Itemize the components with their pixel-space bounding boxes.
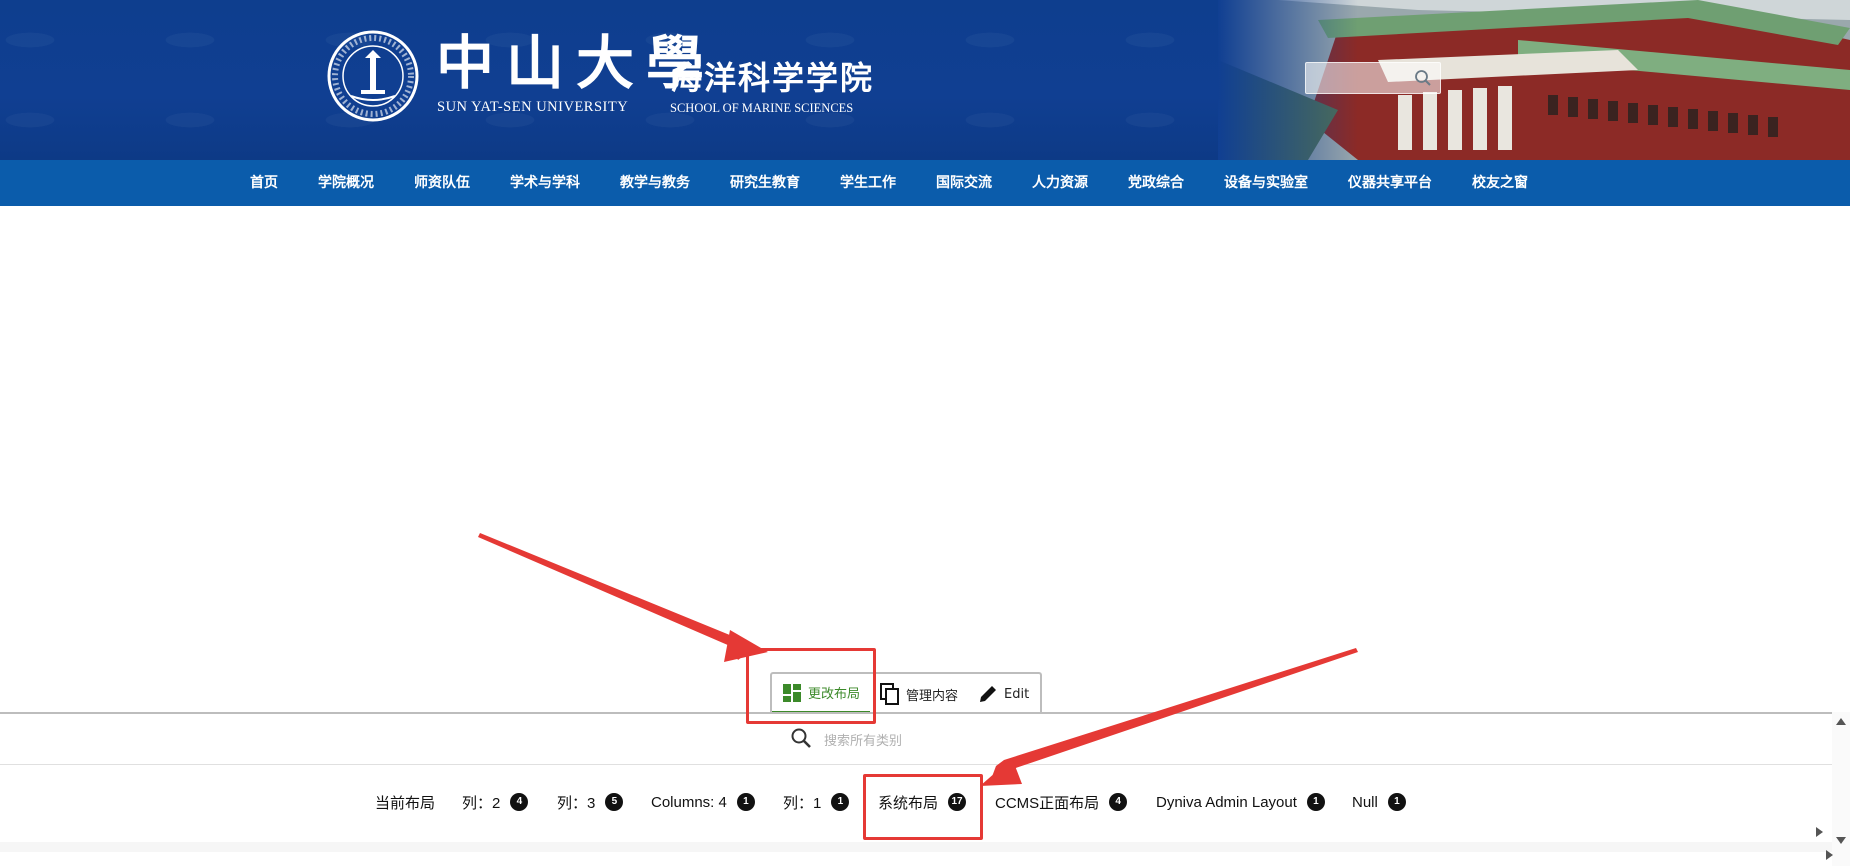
layout-grid-icon <box>783 683 801 702</box>
category-columns-3[interactable]: 列：3 5 <box>557 790 624 814</box>
tab-edit[interactable]: Edit <box>968 674 1039 714</box>
category-columns-4[interactable]: Columns: 4 1 <box>651 790 755 814</box>
department-name-cn: 海洋科学学院 <box>670 59 875 97</box>
category-current-layout[interactable]: 当前布局 <box>375 790 435 814</box>
nav-item-hr[interactable]: 人力资源 <box>1012 160 1108 206</box>
copy-icon <box>880 683 900 705</box>
nav-item-alumni[interactable]: 校友之窗 <box>1452 160 1548 206</box>
category-ccms-layout[interactable]: CCMS正面布局 4 <box>995 790 1128 814</box>
nav-item-students[interactable]: 学生工作 <box>820 160 916 206</box>
department-name-en: SCHOOL OF MARINE SCIENCES <box>670 101 854 115</box>
main-nav: 首页 学院概况 师资队伍 学术与学科 教学与教务 研究生教育 学生工作 国际交流… <box>0 160 1850 206</box>
tab-manage-content-label: 管理内容 <box>906 688 959 704</box>
category-search <box>0 714 1832 765</box>
nav-item-overview[interactable]: 学院概况 <box>298 160 394 206</box>
nav-item-teaching[interactable]: 教学与教务 <box>600 160 710 206</box>
category-label: Null <box>1352 793 1378 811</box>
header-search-input[interactable] <box>1310 67 1410 89</box>
category-search-input[interactable] <box>822 728 1026 752</box>
nav-item-instruments[interactable]: 仪器共享平台 <box>1328 160 1452 206</box>
scroll-right-icon[interactable] <box>1826 850 1833 860</box>
tab-change-layout[interactable]: 更改布局 <box>772 674 871 714</box>
category-label: 系统布局 <box>878 794 939 812</box>
annotation-arrow-head <box>724 630 768 662</box>
category-label: Columns: 4 <box>651 793 727 811</box>
search-icon <box>791 728 811 748</box>
category-label: 列：3 <box>557 794 596 812</box>
annotation-arrow <box>478 533 754 660</box>
tab-manage-content[interactable]: 管理内容 <box>870 674 968 714</box>
scroll-right-icon[interactable] <box>1816 827 1823 837</box>
nav-item-academics[interactable]: 学术与学科 <box>490 160 600 206</box>
nav-item-party[interactable]: 党政综合 <box>1108 160 1204 206</box>
category-label: Dyniva Admin Layout <box>1156 793 1297 811</box>
search-icon[interactable] <box>1414 69 1432 87</box>
nav-item-home[interactable]: 首页 <box>230 160 298 206</box>
category-label: 列：1 <box>783 794 822 812</box>
category-system-layout[interactable]: 系统布局 17 <box>878 790 967 814</box>
university-name-en: SUN YAT-SEN UNIVERSITY <box>437 99 629 115</box>
tab-change-layout-label: 更改布局 <box>808 687 861 702</box>
category-columns-1[interactable]: 列：1 1 <box>783 790 850 814</box>
header-search[interactable] <box>1305 62 1441 94</box>
category-label: 列：2 <box>462 794 501 812</box>
layout-panel: 当前布局 列：2 4 列：3 5 Columns: 4 1 列：1 1 系统布局… <box>0 712 1832 868</box>
scroll-up-icon[interactable] <box>1836 718 1846 725</box>
count-badge: 17 <box>948 793 967 811</box>
category-label: CCMS正面布局 <box>995 794 1100 812</box>
count-badge: 1 <box>1387 793 1406 811</box>
layout-toolbar: 更改布局 管理内容 Edit <box>770 672 1042 714</box>
university-seal-icon <box>327 30 419 122</box>
count-badge: 1 <box>736 793 755 811</box>
category-label: 当前布局 <box>375 794 436 812</box>
count-badge: 1 <box>1306 793 1325 811</box>
count-badge: 4 <box>1109 793 1128 811</box>
count-badge: 4 <box>510 793 529 811</box>
vertical-scrollbar[interactable] <box>1832 712 1850 866</box>
pencil-icon <box>980 686 997 702</box>
header-banner: 中山大學 SUN YAT-SEN UNIVERSITY 海洋科学学院 SCHOO… <box>0 0 1850 160</box>
panel-footer-stripe <box>0 842 1832 852</box>
nav-item-labs[interactable]: 设备与实验室 <box>1204 160 1328 206</box>
nav-item-graduate[interactable]: 研究生教育 <box>710 160 820 206</box>
count-badge: 1 <box>831 793 850 811</box>
tab-edit-label: Edit <box>1004 686 1030 702</box>
category-list: 当前布局 列：2 4 列：3 5 Columns: 4 1 列：1 1 系统布局… <box>0 782 1832 822</box>
nav-item-faculty[interactable]: 师资队伍 <box>394 160 490 206</box>
count-badge: 5 <box>605 793 624 811</box>
category-dyniva-admin-layout[interactable]: Dyniva Admin Layout 1 <box>1156 790 1325 814</box>
category-null[interactable]: Null 1 <box>1352 790 1406 814</box>
scroll-down-icon[interactable] <box>1836 837 1846 844</box>
nav-item-international[interactable]: 国际交流 <box>916 160 1012 206</box>
category-columns-2[interactable]: 列：2 4 <box>462 790 529 814</box>
